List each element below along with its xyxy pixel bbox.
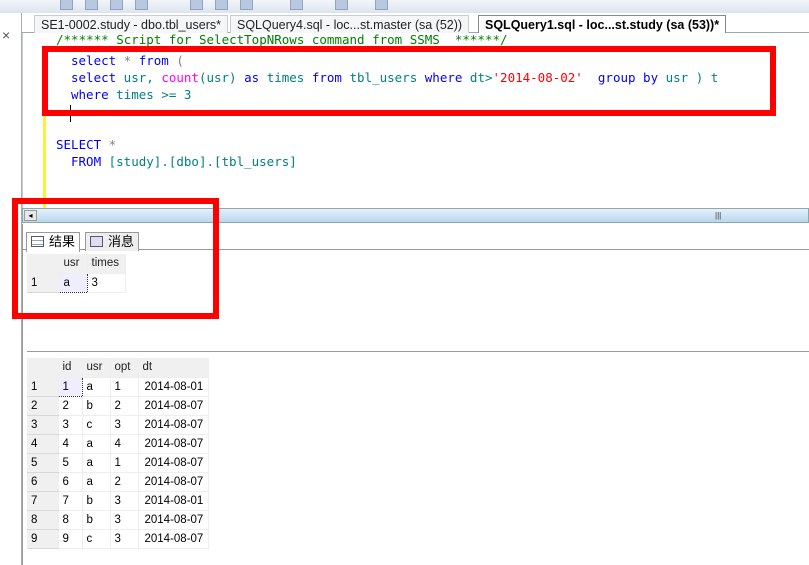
column-header[interactable]: id: [58, 358, 83, 378]
cell[interactable]: b: [82, 396, 111, 416]
cell[interactable]: 7: [58, 491, 83, 511]
cell[interactable]: c: [82, 415, 111, 435]
cell[interactable]: c: [82, 529, 111, 549]
cell[interactable]: 2014-08-07: [138, 453, 209, 473]
tab-sqlquery1[interactable]: SQLQuery1.sql - loc...st.study (sa (53))…: [478, 15, 727, 33]
toolbar-button-icon[interactable]: [190, 0, 203, 10]
scroll-grip-icon[interactable]: |||: [715, 211, 721, 220]
toolbar-button-icon[interactable]: [240, 0, 253, 10]
cell[interactable]: b: [82, 510, 111, 530]
cell[interactable]: 8: [58, 510, 83, 530]
result-grid-2-pane: id usr opt dt 1 1 a 1 2014-08-01 2 2 b 2 2014-08-07 3…: [27, 354, 809, 565]
cell[interactable]: 2014-08-01: [138, 491, 209, 511]
column-header[interactable]: opt: [110, 358, 139, 378]
cell[interactable]: 1: [57, 376, 83, 397]
toolbar-button-icon[interactable]: [215, 0, 228, 10]
cell[interactable]: 3: [110, 491, 139, 511]
op: *: [101, 137, 117, 152]
row-number[interactable]: 6: [27, 472, 59, 492]
column-header[interactable]: usr: [82, 358, 111, 378]
toolbar-button-icon[interactable]: [60, 0, 73, 10]
cell[interactable]: 2: [110, 472, 139, 492]
cell[interactable]: 2014-08-07: [138, 415, 209, 435]
row-number[interactable]: 7: [27, 491, 59, 511]
highlight-box-result: [12, 198, 219, 319]
cell[interactable]: 2014-08-07: [138, 472, 209, 492]
id: [study].[dbo].[tbl_users]: [101, 154, 297, 169]
editor-tab-bar: SE1-0002.study - dbo.tbl_users* SQLQuery…: [22, 13, 809, 33]
toolbar: [0, 0, 809, 13]
cell[interactable]: 1: [110, 377, 139, 397]
toolbar-button-icon[interactable]: [335, 0, 348, 10]
toolbar-button-icon[interactable]: [110, 0, 123, 10]
cell[interactable]: a: [82, 377, 111, 397]
cell[interactable]: 2014-08-01: [138, 377, 209, 397]
corner-cell[interactable]: [27, 358, 59, 378]
cell[interactable]: a: [82, 472, 111, 492]
tab-table-editor[interactable]: SE1-0002.study - dbo.tbl_users*: [34, 15, 228, 33]
row-number[interactable]: 8: [27, 510, 59, 530]
table-row[interactable]: 2 2 b 2 2014-08-07: [27, 396, 209, 416]
cell[interactable]: 3: [110, 510, 139, 530]
cell[interactable]: 3: [58, 415, 83, 435]
cell[interactable]: a: [82, 434, 111, 454]
table-row[interactable]: 8 8 b 3 2014-08-07: [27, 510, 209, 530]
cell[interactable]: 6: [58, 472, 83, 492]
cell[interactable]: 4: [58, 434, 83, 454]
tab-sqlquery4[interactable]: SQLQuery4.sql - loc...st.master (sa (52)…: [230, 15, 470, 33]
cell[interactable]: 1: [110, 453, 139, 473]
code-line-5: FROM [study].[dbo].[tbl_users]: [71, 153, 297, 170]
cell[interactable]: 4: [110, 434, 139, 454]
cell[interactable]: 2: [110, 396, 139, 416]
cell[interactable]: 9: [58, 529, 83, 549]
cell[interactable]: 5: [58, 453, 83, 473]
close-icon[interactable]: ×: [2, 27, 10, 43]
toolbar-button-icon[interactable]: [135, 0, 148, 10]
table-row[interactable]: 5 5 a 1 2014-08-07: [27, 453, 209, 473]
cell[interactable]: 3: [110, 415, 139, 435]
table-row[interactable]: 7 7 b 3 2014-08-01: [27, 491, 209, 511]
table-row[interactable]: 1 1 a 1 2014-08-01: [27, 376, 209, 397]
cell[interactable]: b: [82, 491, 111, 511]
row-number[interactable]: 1: [27, 377, 59, 397]
row-number[interactable]: 2: [27, 396, 59, 416]
cell[interactable]: 3: [110, 529, 139, 549]
row-number[interactable]: 4: [27, 434, 59, 454]
code-line-4: SELECT *: [56, 136, 116, 153]
result-grid-2[interactable]: id usr opt dt 1 1 a 1 2014-08-01 2 2 b 2 2014-08-07 3…: [27, 358, 209, 549]
cell[interactable]: 2014-08-07: [138, 529, 209, 549]
row-number[interactable]: 3: [27, 415, 59, 435]
table-row[interactable]: 6 6 a 2 2014-08-07: [27, 472, 209, 492]
cell[interactable]: 2014-08-07: [138, 434, 209, 454]
cell[interactable]: 2: [58, 396, 83, 416]
toolbar-button-icon[interactable]: [85, 0, 98, 10]
kw: SELECT: [56, 137, 102, 152]
toolbar-button-icon[interactable]: [375, 0, 388, 10]
table-row[interactable]: 3 3 c 3 2014-08-07: [27, 415, 209, 435]
table-row[interactable]: 4 4 a 4 2014-08-07: [27, 434, 209, 454]
column-header[interactable]: dt: [138, 358, 209, 378]
cell[interactable]: 2014-08-07: [138, 510, 209, 530]
cell[interactable]: a: [82, 453, 111, 473]
table-row[interactable]: 9 9 c 3 2014-08-07: [27, 529, 209, 549]
row-number[interactable]: 9: [27, 529, 59, 549]
kw: FROM: [71, 154, 102, 169]
highlight-box-query: [42, 46, 776, 116]
toolbar-button-icon[interactable]: [290, 0, 303, 10]
cell[interactable]: 2014-08-07: [138, 396, 209, 416]
row-number[interactable]: 5: [27, 453, 59, 473]
